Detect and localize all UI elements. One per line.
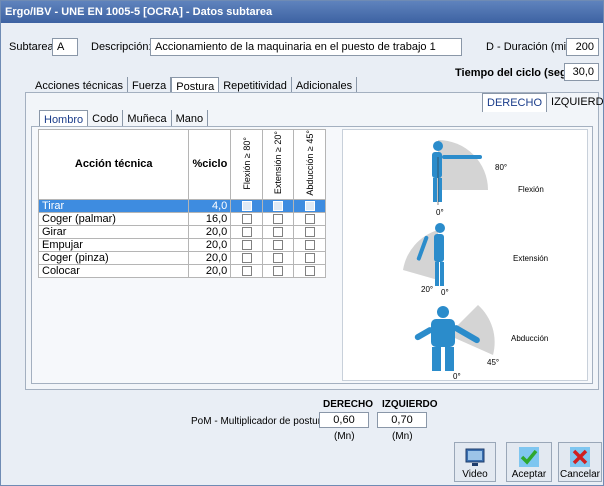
extension-checkbox[interactable] [273, 226, 284, 237]
window-title: Ergo/IBV - UNE EN 1005-5 [OCRA] - Datos … [1, 1, 603, 23]
pom-derecho-value: 0,60 [319, 412, 369, 428]
flexion-checkbox[interactable] [241, 265, 252, 276]
extension-checkbox[interactable] [273, 252, 284, 263]
pom-derecho-header: DERECHO [323, 399, 374, 410]
pom-izquierdo-value: 0,70 [377, 412, 427, 428]
cancelar-button[interactable]: Cancelar [558, 442, 602, 482]
row-ciclo: 16,0 [188, 211, 232, 226]
extension-angle-bottom: 0° [441, 288, 449, 297]
table-row[interactable]: Tirar 4,0 [37, 198, 326, 213]
abduccion-checkbox[interactable] [304, 226, 315, 237]
row-ciclo: 20,0 [188, 263, 232, 278]
table-row[interactable]: Empujar 20,0 [37, 237, 326, 252]
subtarea-field[interactable]: A [52, 38, 78, 56]
flexion-angle-bottom: 0° [436, 208, 444, 217]
abduccion-checkbox[interactable] [304, 200, 315, 211]
flexion-angle-top: 80° [495, 163, 508, 172]
flexion-label: Flexión [518, 185, 544, 194]
ciclo-label: Tiempo del ciclo (seg): [455, 67, 574, 79]
row-accion: Girar [37, 224, 190, 239]
col-flexion-header: Flexión ≥ 80° [241, 136, 252, 190]
row-accion: Empujar [37, 237, 190, 252]
abduccion-label: Abducción [511, 334, 549, 343]
dialog-window: Ergo/IBV - UNE EN 1005-5 [OCRA] - Datos … [0, 0, 604, 486]
row-ciclo: 20,0 [188, 250, 232, 265]
col-extension-header: Extensión ≥ 20° [273, 131, 284, 195]
side-tabs: DERECHO IZQUIERDO [482, 93, 604, 112]
row-accion: Tirar [37, 198, 190, 213]
pom-label: PoM - Multiplicador de postura [191, 416, 327, 427]
row-accion: Colocar [37, 263, 190, 278]
pom-derecho-unit: (Mn) [334, 431, 355, 442]
cross-icon [570, 447, 590, 467]
ciclo-field[interactable]: 30,0 [564, 63, 599, 81]
checkmark-icon [519, 447, 539, 467]
pom-izquierdo-unit: (Mn) [392, 431, 413, 442]
tab-izquierdo[interactable]: IZQUIERDO [547, 93, 604, 112]
cancelar-label: Cancelar [559, 469, 601, 480]
subtarea-label: Subtarea: [9, 41, 57, 53]
row-accion: Coger (pinza) [37, 250, 190, 265]
abduccion-checkbox[interactable] [304, 252, 315, 263]
abduccion-checkbox[interactable] [304, 239, 315, 250]
flexion-checkbox[interactable] [241, 239, 252, 250]
row-ciclo: 20,0 [188, 224, 232, 239]
table-row[interactable]: Girar 20,0 [37, 224, 326, 239]
acciones-table: Acción técnica %ciclo Flexión ≥ 80° Exte… [37, 129, 326, 278]
video-icon [465, 448, 485, 466]
flexion-checkbox[interactable] [241, 252, 252, 263]
col-accion-header: Acción técnica [37, 129, 190, 200]
extension-checkbox[interactable] [273, 213, 284, 224]
table-header-row: Acción técnica %ciclo Flexión ≥ 80° Exte… [37, 129, 326, 200]
flexion-checkbox[interactable] [241, 213, 252, 224]
table-row[interactable]: Colocar 20,0 [37, 263, 326, 278]
abduccion-checkbox[interactable] [304, 213, 315, 224]
aceptar-label: Aceptar [511, 469, 547, 480]
duracion-label: D - Duración (min): [486, 41, 579, 53]
extension-label: Extensión [513, 254, 549, 263]
row-accion: Coger (palmar) [37, 211, 190, 226]
abduccion-checkbox[interactable] [304, 265, 315, 276]
row-ciclo: 20,0 [188, 237, 232, 252]
table-row[interactable]: Coger (palmar) 16,0 [37, 211, 326, 226]
extension-angle-left: 20° [421, 285, 434, 294]
posture-illustration: 80° Flexión 0° Extensión 20° 0° Abducció… [342, 129, 588, 381]
col-abduccion-header: Abducción ≥ 45° [304, 130, 315, 196]
extension-checkbox[interactable] [273, 265, 284, 276]
table-row[interactable]: Coger (pinza) 20,0 [37, 250, 326, 265]
duracion-field[interactable]: 200 [566, 38, 599, 56]
descripcion-label: Descripción: [91, 41, 152, 53]
col-ciclo-header: %ciclo [188, 129, 232, 200]
flexion-checkbox[interactable] [241, 226, 252, 237]
pom-izquierdo-header: IZQUIERDO [382, 399, 438, 410]
extension-checkbox[interactable] [273, 239, 284, 250]
extension-checkbox[interactable] [273, 200, 284, 211]
shoulder-figures [403, 140, 495, 371]
flexion-checkbox[interactable] [241, 200, 252, 211]
abduccion-angle-bottom: 0° [453, 372, 461, 381]
tab-derecho[interactable]: DERECHO [482, 93, 548, 112]
abduccion-angle: 45° [487, 358, 500, 367]
descripcion-field[interactable]: Accionamiento de la maquinaria en el pue… [150, 38, 462, 56]
video-button[interactable]: Video [454, 442, 496, 482]
row-ciclo: 4,0 [188, 198, 232, 213]
video-label: Video [462, 469, 488, 480]
aceptar-button[interactable]: Aceptar [506, 442, 552, 482]
